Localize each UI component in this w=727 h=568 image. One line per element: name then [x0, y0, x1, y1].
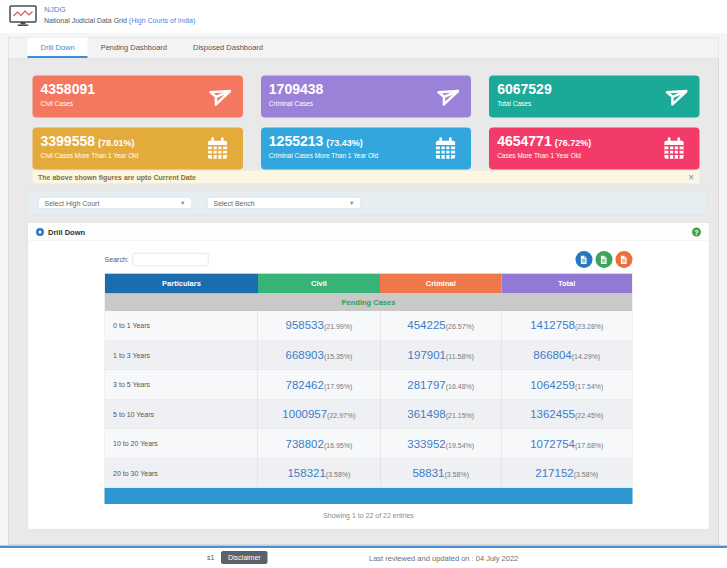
civil-value[interactable]: 158321(3.58%) — [258, 458, 380, 488]
column-header[interactable]: Criminal — [380, 273, 501, 293]
total-value[interactable]: 866804(14.29%) — [501, 340, 632, 370]
calendar-icon — [432, 135, 459, 162]
paper-plane-icon — [434, 84, 459, 109]
criminal-value[interactable]: 333952(19.54%) — [380, 429, 501, 459]
column-header[interactable]: Total — [501, 273, 632, 293]
summary-cards-row1: 4358091 Civil Cases 1709438 Criminal Cas… — [33, 76, 700, 118]
last-updated-text: Last reviewed and updated on : 04 July 2… — [369, 554, 518, 563]
file-icon — [620, 255, 628, 265]
paper-plane-icon — [206, 84, 231, 109]
civil-value[interactable]: 738802(16.95%) — [258, 429, 380, 459]
group-header: Pending Cases — [105, 293, 632, 311]
disclaimer-button[interactable]: Disclaimer — [221, 551, 268, 564]
panel-header: Drill Down ? — [28, 223, 709, 241]
tab-bar: Drill Down Pending Dashboard Disposed Da… — [9, 38, 719, 59]
filter-select[interactable]: Select High Court▼ — [38, 197, 192, 209]
column-header[interactable]: Civil — [258, 273, 380, 293]
tab[interactable]: Pending Dashboard — [88, 38, 180, 59]
filter-bar: Select High Court▼ Select Bench▼ — [28, 192, 707, 215]
tab-content: 4358091 Civil Cases 1709438 Criminal Cas… — [9, 59, 719, 530]
entries-info: Showing 1 to 22 of 22 entries — [28, 511, 709, 519]
stat-card: 4654771(76.72%) Cases More Than 1 Year O… — [489, 128, 699, 170]
subtitle-link[interactable]: (High Courts of India) — [129, 17, 196, 25]
chevron-down-icon: ▼ — [180, 200, 185, 206]
njdg-logo-icon — [9, 5, 37, 27]
stat-card: 6067529 Total Cases — [489, 76, 699, 118]
paper-plane-icon — [663, 84, 688, 109]
group-header-row: Pending Cases — [105, 293, 632, 311]
app-title: NJDG — [44, 5, 195, 14]
stat-card: 3399558(78.01%) Civil Cases More Than 1 … — [33, 128, 243, 170]
civil-value[interactable]: 1000957(22.97%) — [258, 399, 380, 429]
export-button[interactable] — [595, 251, 612, 268]
app-header: NJDG National Judicial Data Grid (High C… — [0, 0, 727, 33]
table-toolbar: Search: — [105, 251, 633, 268]
civil-value[interactable]: 958533(21.99%) — [258, 311, 380, 341]
search-input[interactable] — [133, 253, 209, 266]
stat-card: 1709438 Criminal Cases — [261, 76, 471, 118]
summary-cards-row2: 3399558(78.01%) Civil Cases More Than 1 … — [33, 128, 700, 170]
file-icon — [580, 255, 588, 265]
file-icon — [600, 255, 608, 265]
row-label: 20 to 30 Years — [105, 458, 258, 488]
table-row: 5 to 10 Years 1000957(22.97%) 361498(21.… — [105, 399, 632, 429]
stat-card: 1255213(73.43%) Criminal Cases More Than… — [261, 128, 471, 170]
table-row: 10 to 20 Years 738802(16.95%) 333952(19.… — [105, 429, 632, 459]
total-value[interactable]: 1362455(22.45%) — [501, 399, 632, 429]
tab[interactable]: Disposed Dashboard — [180, 38, 276, 59]
criminal-value[interactable]: 361498(21.15%) — [380, 399, 501, 429]
calendar-icon — [204, 135, 231, 162]
info-alert: The above shown figures are upto Current… — [33, 171, 700, 184]
panel-title: Drill Down — [48, 228, 85, 237]
total-value[interactable]: 1072754(17.68%) — [501, 429, 632, 459]
footer-prefix: s1 — [207, 554, 214, 562]
tab[interactable]: Drill Down — [28, 38, 88, 59]
column-header[interactable]: Particulars — [105, 273, 258, 293]
close-icon[interactable]: × — [688, 171, 694, 183]
row-label: 0 to 1 Years — [105, 311, 258, 341]
filter-select[interactable]: Select Bench▼ — [207, 197, 361, 209]
table-body: 0 to 1 Years 958533(21.99%) 454225(26.57… — [105, 311, 632, 488]
calendar-icon — [661, 135, 688, 162]
row-label: 5 to 10 Years — [105, 399, 258, 429]
table-header-row: Particulars Civil Criminal Total — [105, 273, 632, 293]
alert-text: The above shown figures are upto Current… — [38, 173, 196, 181]
row-label: 10 to 20 Years — [105, 429, 258, 459]
criminal-value[interactable]: 58831(3.58%) — [380, 458, 501, 488]
export-button[interactable] — [615, 251, 632, 268]
stat-card: 4358091 Civil Cases — [33, 76, 243, 118]
total-value[interactable]: 1412758(23.28%) — [501, 311, 632, 341]
app-subtitle: National Judicial Data Grid (High Courts… — [44, 17, 195, 25]
civil-value[interactable]: 668903(15.35%) — [258, 340, 380, 370]
search-label: Search: — [105, 256, 129, 264]
row-label: 3 to 5 Years — [105, 370, 258, 400]
total-value[interactable]: 1064259(17.54%) — [501, 370, 632, 400]
main-container: Drill Down Pending Dashboard Disposed Da… — [8, 37, 719, 545]
table-row: 3 to 5 Years 782462(17.95%) 281797(16.48… — [105, 370, 632, 400]
chevron-down-icon: ▼ — [349, 200, 354, 206]
table-row: 1 to 3 Years 668903(15.35%) 197901(11.58… — [105, 340, 632, 370]
page-footer: s1 Disclaimer Last reviewed and updated … — [0, 545, 727, 568]
drill-down-table: Particulars Civil Criminal Total Pending… — [105, 273, 633, 488]
collapse-icon[interactable] — [36, 228, 44, 236]
criminal-value[interactable]: 281797(16.48%) — [380, 370, 501, 400]
table-row: 0 to 1 Years 958533(21.99%) 454225(26.57… — [105, 311, 632, 341]
civil-value[interactable]: 782462(17.95%) — [258, 370, 380, 400]
help-icon[interactable]: ? — [692, 227, 701, 236]
export-button[interactable] — [575, 251, 592, 268]
total-value[interactable]: 217152(3.58%) — [501, 458, 632, 488]
criminal-value[interactable]: 454225(26.57%) — [380, 311, 501, 341]
export-buttons — [575, 251, 632, 268]
table-scrollbar[interactable] — [105, 488, 633, 504]
row-label: 1 to 3 Years — [105, 340, 258, 370]
drill-down-panel: Drill Down ? Search: — [28, 223, 710, 530]
table-row: 20 to 30 Years 158321(3.58%) 58831(3.58%… — [105, 458, 632, 488]
criminal-value[interactable]: 197901(11.58%) — [380, 340, 501, 370]
page: NJDG National Judicial Data Grid (High C… — [0, 0, 727, 568]
panel-body: Search: — [28, 241, 709, 529]
